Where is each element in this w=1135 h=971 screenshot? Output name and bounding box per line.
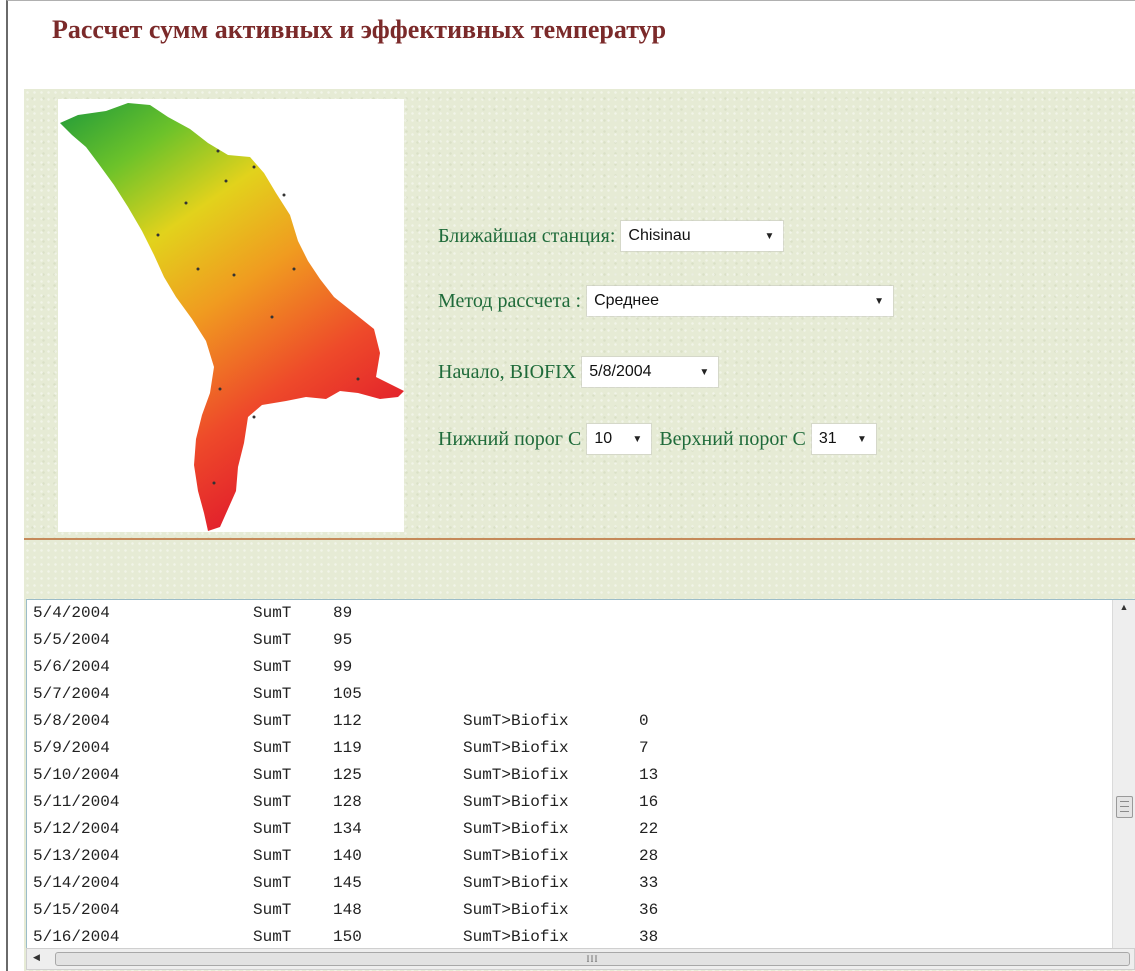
row-sum-value: 148 [333, 901, 362, 919]
row-date: 5/16/2004 [33, 928, 120, 946]
row-sum-label: SumT [253, 658, 292, 676]
row-sum-label: SumT [253, 604, 292, 622]
app-frame: Рассчет сумм активных и эффективных темп… [6, 0, 1135, 971]
lower-threshold-label: Нижний порог С [438, 427, 582, 450]
row-biofix-value: 0 [639, 712, 649, 730]
row-date: 5/6/2004 [33, 658, 110, 676]
row-biofix-value: 16 [639, 793, 659, 811]
row-sum-label: SumT [253, 793, 292, 811]
vertical-scrollbar[interactable]: ▲ [1112, 600, 1135, 948]
biofix-row: Начало, BIOFIX 5/8/2004 ▼ [438, 357, 719, 387]
biofix-label: Начало, BIOFIX [438, 360, 577, 383]
station-value: Chisinau [628, 227, 691, 244]
row-date: 5/13/2004 [33, 847, 120, 865]
row-sum-value: 95 [333, 631, 353, 649]
chevron-down-icon: ▼ [764, 230, 775, 242]
scroll-up-icon[interactable]: ▲ [1113, 602, 1135, 612]
row-biofix-label: SumT>Biofix [463, 739, 569, 757]
row-biofix-label: SumT>Biofix [463, 874, 569, 892]
lower-threshold-select[interactable]: 10 ▼ [587, 424, 652, 454]
chevron-down-icon: ▼ [874, 295, 885, 307]
page-title: Рассчет сумм активных и эффективных темп… [52, 15, 667, 44]
chevron-down-icon: ▼ [699, 366, 710, 378]
row-sum-value: 89 [333, 604, 353, 622]
biofix-select[interactable]: 5/8/2004 ▼ [582, 357, 719, 387]
row-date: 5/9/2004 [33, 739, 110, 757]
horizontal-scrollbar[interactable]: ◀ III [26, 948, 1135, 970]
scroll-left-icon[interactable]: ◀ [33, 952, 40, 963]
threshold-row: Нижний порог С 10 ▼ Верхний порог С 31 ▼ [438, 424, 876, 454]
row-sum-value: 150 [333, 928, 362, 946]
results-textarea[interactable]: 5/4/2004 SumT 89 5/5/2004 SumT 95 5/6/2004 SumT… [26, 599, 1135, 949]
grip-icon[interactable] [1116, 796, 1133, 818]
row-date: 5/8/2004 [33, 712, 110, 730]
row-biofix-value: 7 [639, 739, 649, 757]
method-select[interactable]: Среднее ▼ [587, 286, 894, 316]
biofix-value: 5/8/2004 [589, 363, 652, 380]
row-date: 5/5/2004 [33, 631, 110, 649]
upper-threshold-select[interactable]: 31 ▼ [811, 424, 876, 454]
row-biofix-label: SumT>Biofix [463, 847, 569, 865]
row-biofix-label: SumT>Biofix [463, 820, 569, 838]
row-sum-label: SumT [253, 631, 292, 649]
row-date: 5/14/2004 [33, 874, 120, 892]
row-biofix-label: SumT>Biofix [463, 793, 569, 811]
row-sum-value: 145 [333, 874, 362, 892]
row-sum-label: SumT [253, 766, 292, 784]
row-biofix-value: 33 [639, 874, 659, 892]
row-date: 5/15/2004 [33, 901, 120, 919]
lower-threshold-value: 10 [594, 430, 613, 447]
row-sum-value: 105 [333, 685, 362, 703]
upper-threshold-label: Верхний порог С [659, 427, 806, 450]
chevron-down-icon: ▼ [857, 433, 867, 445]
row-date: 5/11/2004 [33, 793, 120, 811]
row-sum-value: 134 [333, 820, 362, 838]
row-sum-value: 119 [333, 739, 362, 757]
row-biofix-value: 36 [639, 901, 659, 919]
row-sum-value: 128 [333, 793, 362, 811]
row-date: 5/12/2004 [33, 820, 120, 838]
row-sum-label: SumT [253, 847, 292, 865]
method-row: Метод рассчета : Среднее ▼ [438, 286, 894, 316]
row-sum-value: 99 [333, 658, 353, 676]
row-biofix-value: 28 [639, 847, 659, 865]
row-biofix-value: 38 [639, 928, 659, 946]
row-biofix-label: SumT>Biofix [463, 766, 569, 784]
row-biofix-label: SumT>Biofix [463, 901, 569, 919]
moldova-map [58, 99, 404, 532]
row-date: 5/10/2004 [33, 766, 120, 784]
method-value: Среднее [594, 292, 660, 309]
row-sum-value: 125 [333, 766, 362, 784]
upper-threshold-value: 31 [818, 430, 837, 447]
row-biofix-value: 22 [639, 820, 659, 838]
row-biofix-label: SumT>Biofix [463, 928, 569, 946]
station-select[interactable]: Chisinau ▼ [621, 221, 784, 251]
station-row: Ближайшая станция: Chisinau ▼ [438, 221, 784, 251]
row-biofix-label: SumT>Biofix [463, 712, 569, 730]
station-label: Ближайшая станция: [438, 224, 616, 247]
row-sum-label: SumT [253, 712, 292, 730]
row-sum-value: 140 [333, 847, 362, 865]
map-image [60, 103, 404, 531]
row-biofix-value: 13 [639, 766, 659, 784]
row-sum-label: SumT [253, 685, 292, 703]
row-date: 5/4/2004 [33, 604, 110, 622]
row-sum-label: SumT [253, 820, 292, 838]
row-sum-label: SumT [253, 739, 292, 757]
row-sum-label: SumT [253, 874, 292, 892]
row-date: 5/7/2004 [33, 685, 110, 703]
horizontal-scroll-thumb[interactable]: III [55, 952, 1130, 966]
method-label: Метод рассчета : [438, 289, 582, 312]
row-sum-label: SumT [253, 928, 292, 946]
row-sum-value: 112 [333, 712, 362, 730]
row-sum-label: SumT [253, 901, 292, 919]
chevron-down-icon: ▼ [632, 433, 643, 445]
